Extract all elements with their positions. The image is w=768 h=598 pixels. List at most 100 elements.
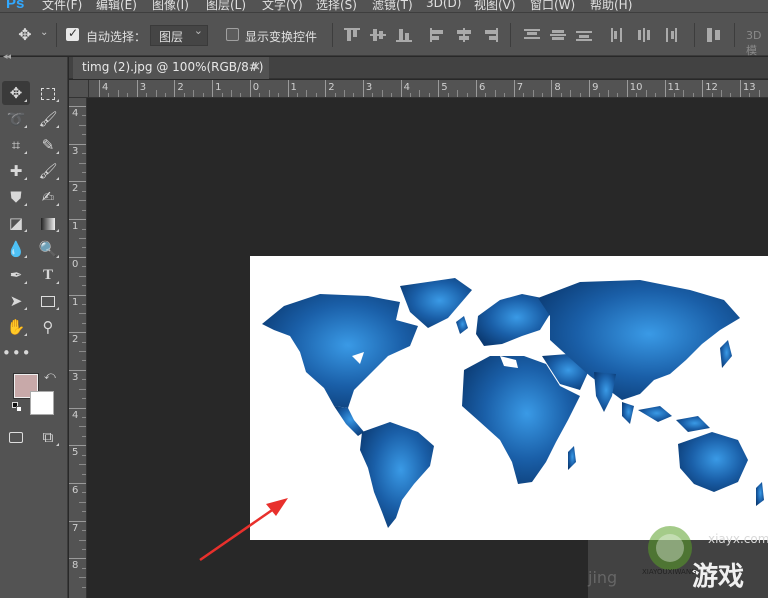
ruler-label: 3	[365, 82, 373, 93]
horizontal-ruler[interactable]: 4 3 2 1 0 1 2 3 4 5 6 7 8 9 10 11 12 13	[89, 80, 768, 98]
marquee-tool-icon[interactable]	[34, 81, 62, 105]
menu-type[interactable]: 文字(Y)	[262, 0, 303, 12]
ruler-minor-tick	[579, 93, 581, 97]
more-tools-icon[interactable]: •••	[2, 341, 31, 365]
distribute-top-edges-icon[interactable]	[524, 28, 540, 42]
ruler-minor-tick	[711, 93, 713, 97]
ruler-minor-tick	[655, 93, 657, 97]
menu-image[interactable]: 图像(I)	[152, 0, 189, 12]
gradient-tool-icon[interactable]	[34, 211, 62, 235]
eyedropper-tool-icon[interactable]: ✎	[34, 133, 62, 157]
ruler-origin[interactable]	[69, 80, 89, 98]
ruler-tick	[69, 294, 86, 296]
menu-edit[interactable]: 编辑(E)	[96, 0, 137, 12]
auto-select-target-dropdown[interactable]: 图层	[150, 24, 208, 46]
panel-collapse-icon[interactable]: ◂◂	[3, 52, 11, 62]
healing-brush-tool-icon[interactable]: ✚	[2, 159, 30, 183]
rectangle-tool-icon[interactable]	[34, 289, 62, 313]
align-left-edges-icon[interactable]	[430, 28, 446, 42]
brush-tool-icon[interactable]: 🖌	[34, 159, 62, 183]
ruler-minor-tick	[82, 586, 86, 588]
distribute-right-edges-icon[interactable]	[662, 28, 678, 42]
ruler-minor-tick	[127, 93, 129, 97]
ruler-minor-tick	[730, 93, 732, 97]
ruler-minor-tick	[419, 90, 421, 97]
show-transform-controls-checkbox[interactable]	[226, 28, 239, 41]
screen-mode-icon[interactable]: ⧉	[34, 425, 62, 449]
menu-filter[interactable]: 滤镜(T)	[372, 0, 413, 12]
ruler-tick	[69, 106, 86, 107]
menu-window[interactable]: 窗口(W)	[530, 0, 575, 12]
ruler-minor-tick	[617, 93, 619, 97]
align-vertical-centers-icon[interactable]	[370, 28, 386, 42]
ruler-minor-tick	[447, 93, 449, 97]
vertical-ruler[interactable]: 4 3 2 1 0 1 2 3 4 5 6 7 8	[69, 98, 87, 598]
auto-select-target-value: 图层	[159, 30, 184, 44]
align-bottom-edges-icon[interactable]	[396, 28, 412, 42]
ruler-minor-tick	[82, 209, 86, 211]
zoom-tool-icon[interactable]: ⚲	[34, 315, 62, 339]
options-bar: ✥ ⌄ 自动选择： 图层 显示变换控件 3D 模	[0, 12, 768, 57]
crop-tool-icon[interactable]: ⌗	[2, 133, 30, 157]
eraser-tool-icon[interactable]: ◪	[2, 211, 30, 235]
document-tab[interactable]: timg (2).jpg @ 100%(RGB/8#) ×	[73, 57, 269, 79]
ruler-minor-tick	[504, 93, 506, 97]
auto-select-checkbox[interactable]	[66, 26, 79, 41]
ruler-label: 8	[72, 560, 79, 572]
ruler-minor-tick	[296, 93, 298, 97]
menu-3d[interactable]: 3D(D)	[426, 0, 461, 10]
menu-help[interactable]: 帮助(H)	[590, 0, 632, 12]
swap-colors-icon[interactable]: ⤺	[44, 369, 56, 383]
menu-select[interactable]: 选择(S)	[316, 0, 357, 12]
ruler-minor-tick	[79, 124, 86, 126]
distribute-left-edges-icon[interactable]	[610, 28, 626, 42]
ruler-label: 6	[479, 82, 486, 93]
ruler-tick	[702, 80, 704, 97]
ruler-minor-tick	[79, 426, 86, 428]
distribute-horizontal-centers-icon[interactable]	[636, 28, 652, 42]
ruler-label: 0	[252, 82, 260, 93]
menu-view[interactable]: 视图(V)	[474, 0, 516, 12]
move-tool-icon[interactable]: ✥	[2, 81, 30, 105]
path-select-tool-icon[interactable]: ➤	[2, 289, 30, 313]
ruler-minor-tick	[79, 388, 86, 390]
ruler-minor-tick	[428, 93, 430, 97]
menu-file[interactable]: 文件(F)	[42, 0, 82, 12]
distribute-bottom-edges-icon[interactable]	[576, 28, 592, 42]
history-brush-tool-icon[interactable]: ✍	[34, 185, 62, 209]
quick-select-tool-icon[interactable]: 🖌	[34, 107, 62, 131]
ruler-minor-tick	[598, 93, 600, 97]
default-colors-icon[interactable]	[12, 402, 22, 412]
align-horizontal-centers-icon[interactable]	[456, 28, 472, 42]
ruler-minor-tick	[82, 303, 86, 305]
distribute-vertical-centers-icon[interactable]	[550, 28, 566, 42]
ruler-minor-tick	[82, 322, 86, 324]
ruler-minor-tick	[82, 398, 86, 400]
lasso-tool-icon[interactable]: ➰	[2, 107, 30, 131]
chevron-down-icon[interactable]: ⌄	[40, 27, 48, 38]
pen-tool-icon[interactable]: ✒	[2, 263, 30, 287]
hand-tool-icon[interactable]: ✋	[2, 315, 30, 339]
ruler-minor-tick	[381, 90, 383, 97]
ruler-label: 2	[72, 334, 79, 346]
align-right-edges-icon[interactable]	[482, 28, 498, 42]
ruler-minor-tick	[82, 530, 86, 532]
world-map-image[interactable]	[250, 256, 768, 540]
ruler-label: 7	[72, 522, 79, 534]
ruler-minor-tick	[79, 162, 86, 164]
close-icon[interactable]: ×	[251, 59, 261, 73]
ruler-label: 3	[72, 371, 79, 383]
blur-tool-icon[interactable]: 💧	[2, 237, 30, 261]
align-top-edges-icon[interactable]	[344, 28, 360, 42]
watermark-url: xiayx.com	[708, 532, 768, 546]
menu-layer[interactable]: 图层(L)	[206, 0, 246, 12]
quick-mask-icon[interactable]	[2, 425, 30, 449]
move-tool-preset-icon[interactable]: ✥	[16, 26, 34, 44]
auto-align-layers-icon[interactable]	[706, 28, 722, 42]
clone-stamp-tool-icon[interactable]: ⛊	[2, 185, 30, 209]
ruler-tick	[69, 143, 86, 145]
dodge-tool-icon[interactable]: 🔍	[34, 237, 62, 261]
type-tool-icon[interactable]: T	[34, 263, 62, 287]
background-color-swatch[interactable]	[30, 391, 54, 415]
ruler-minor-tick	[146, 93, 148, 97]
